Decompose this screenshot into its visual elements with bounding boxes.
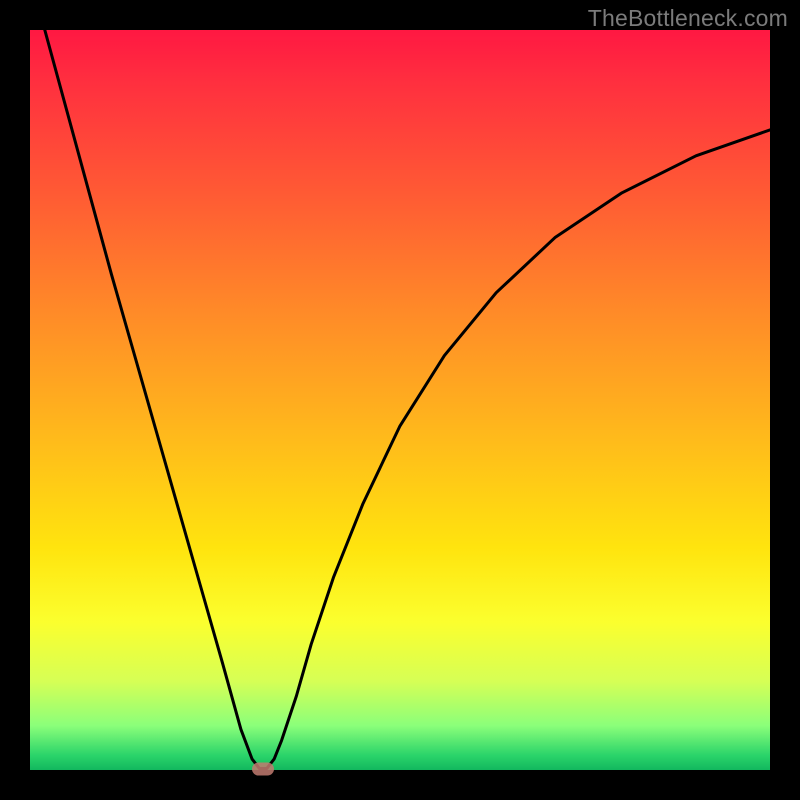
bottleneck-curve [30, 30, 770, 770]
minimum-marker [252, 762, 274, 775]
chart-frame: TheBottleneck.com [0, 0, 800, 800]
watermark-text: TheBottleneck.com [588, 5, 788, 32]
plot-area [30, 30, 770, 770]
